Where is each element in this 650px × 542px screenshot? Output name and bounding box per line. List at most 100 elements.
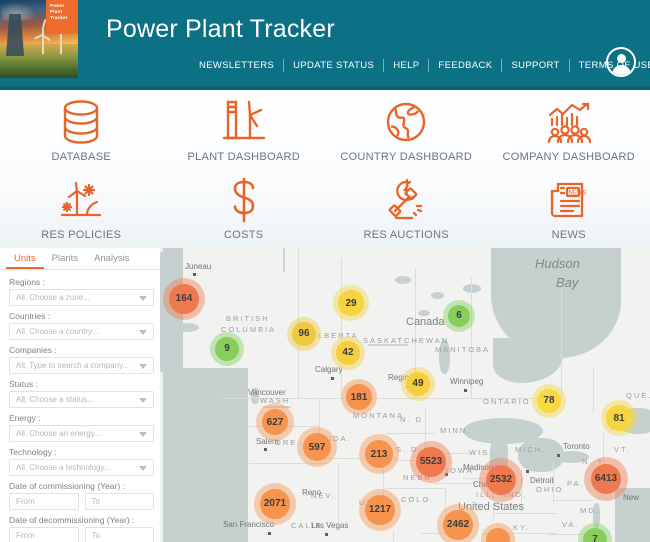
menu-item-database[interactable]: DATABASE [0,96,163,163]
icon-menu-bar: DATABASE PLANT DASHBOARD COUNTRY DASHBOA… [0,90,650,248]
menu-label-company-dashboard: COMPANY DASHBOARD [502,151,635,163]
cluster-marker[interactable]: 164 [163,278,205,320]
menu-item-res-policies[interactable]: RES POLICIES [0,174,163,241]
great-lakes-ontario [555,451,589,463]
select-status-value: All, Choose a status... [16,395,94,404]
select-status[interactable]: All, Choose a status... [9,391,154,408]
menu-item-res-auctions[interactable]: RES AUCTIONS [325,174,488,241]
top-navigation: NEWSLETTERS UPDATE STATUS HELP FEEDBACK … [190,59,650,72]
border-quebec [593,368,594,413]
cluster-marker[interactable]: 78 [532,384,566,418]
menu-label-res-policies: RES POLICIES [41,229,122,241]
label-countries: Countries : [9,311,51,321]
river-saskatchewan [368,344,408,346]
filter-list: Regions : All, Choose a zone... Countrie… [0,272,163,542]
cluster-count: 2071 [260,489,290,519]
select-regions[interactable]: All, Choose a zone... [9,289,154,306]
cluster-marker[interactable]: 9 [210,332,244,366]
cluster-marker[interactable] [481,523,515,542]
cluster-marker[interactable]: 29 [333,285,369,321]
cluster-marker[interactable]: 1217 [359,489,401,531]
nav-item-update-status[interactable]: UPDATE STATUS [284,60,383,71]
nav-item-newsletters[interactable]: NEWSLETTERS [190,60,283,71]
map-label-nev: NEV. [311,491,336,500]
border-ne-ks [385,488,445,489]
cluster-count: 597 [303,433,331,461]
news-paper-icon: NEWS [547,174,591,226]
hudson-bay-neck [493,338,563,383]
plant-dashboard-icon [221,96,267,148]
menu-label-news: NEWS [551,229,586,241]
icon-menu-row-1: DATABASE PLANT DASHBOARD COUNTRY DASHBOA… [0,96,650,163]
tab-units[interactable]: Units [6,248,44,269]
map-label-ohio: OHIO [536,485,564,494]
select-companies[interactable]: All, Type to search a company... [9,357,154,374]
menu-item-costs[interactable]: COSTS [163,174,326,241]
city-dot-winnipeg [464,389,467,392]
cluster-marker[interactable]: 81 [601,400,637,436]
border-nd-sd [385,433,435,434]
border-ia-mo [433,483,477,484]
power-plant-tracker-app: Power Plant Tracker Power Plant Tracker … [0,0,650,542]
user-account-icon[interactable] [606,47,636,77]
cluster-marker[interactable]: 2071 [254,483,296,525]
wind-turbine-icon [60,32,62,54]
tab-plants[interactable]: Plants [44,248,86,269]
cluster-marker[interactable]: 6 [443,300,475,332]
select-companies-value: All, Type to search a company... [16,361,130,370]
map-label-canada: Canada [406,316,445,328]
cluster-marker[interactable]: 6413 [584,457,628,501]
cluster-count: 81 [606,405,632,431]
map-label-va: VA. [562,520,580,529]
menu-item-company-dashboard[interactable]: COMPANY DASHBOARD [488,96,650,163]
select-technology[interactable]: All, Choose a technology... [9,459,154,476]
cluster-marker[interactable]: 181 [341,379,377,415]
tab-analysis[interactable]: Analysis [86,248,137,269]
cluster-marker[interactable]: 213 [359,434,399,474]
company-dashboard-icon [545,96,593,148]
input-decommissioning-to[interactable]: To [84,527,154,542]
map-label-vt: VT. [614,445,631,454]
input-decommissioning-from[interactable]: From [9,527,79,542]
cluster-marker[interactable]: 597 [297,427,337,467]
plants-map[interactable]: Canada United States Hudson Bay BRITISH … [163,248,650,542]
cluster-marker[interactable]: 96 [287,317,321,351]
select-regions-value: All, Choose a zone... [16,293,90,302]
select-countries[interactable]: All, Choose a country... [9,323,154,340]
input-commissioning-from[interactable]: From [9,493,79,510]
cluster-count [486,528,510,542]
cluster-marker[interactable]: 7 [578,523,612,542]
cluster-marker[interactable]: 2462 [437,504,479,542]
inland-lake-b [431,292,444,299]
commissioning-from-placeholder: From [16,497,35,506]
menu-item-plant-dashboard[interactable]: PLANT DASHBOARD [163,96,326,163]
city-dot-san-francisco [268,532,271,535]
nav-item-help[interactable]: HELP [384,60,428,71]
border-nv-ut [338,463,339,523]
cluster-marker[interactable]: 5523 [410,441,452,483]
label-energy: Energy : [9,413,41,423]
avatar-head [617,54,626,63]
site-logo[interactable]: Power Plant Tracker [0,0,78,78]
cluster-count: 7 [583,528,607,542]
cluster-marker[interactable]: 42 [331,336,365,370]
filter-sidebar: Units Plants Analysis Regions : All, Cho… [0,248,163,542]
logo-badge-text: Power Plant Tracker [46,0,78,34]
decommissioning-to-placeholder: To [91,531,100,540]
select-energy[interactable]: All, Choose an energy... [9,425,154,442]
cluster-marker[interactable]: 2532 [479,458,523,502]
nav-item-support[interactable]: SUPPORT [502,60,568,71]
input-commissioning-to[interactable]: To [84,493,154,510]
cluster-marker[interactable]: 49 [401,367,435,401]
cluster-count: 1217 [365,495,395,525]
menu-item-news[interactable]: NEWS NEWS [488,174,650,241]
date-commissioning-row: From To [9,493,154,510]
cluster-count: 78 [537,389,561,413]
inland-lake-a [395,276,411,284]
map-label-juneau: Juneau [185,262,212,271]
nav-item-feedback[interactable]: FEEDBACK [429,60,501,71]
cluster-marker[interactable]: 627 [256,403,294,441]
chevron-down-icon [139,398,147,403]
svg-text:NEWS: NEWS [568,191,586,197]
menu-item-country-dashboard[interactable]: COUNTRY DASHBOARD [325,96,488,163]
